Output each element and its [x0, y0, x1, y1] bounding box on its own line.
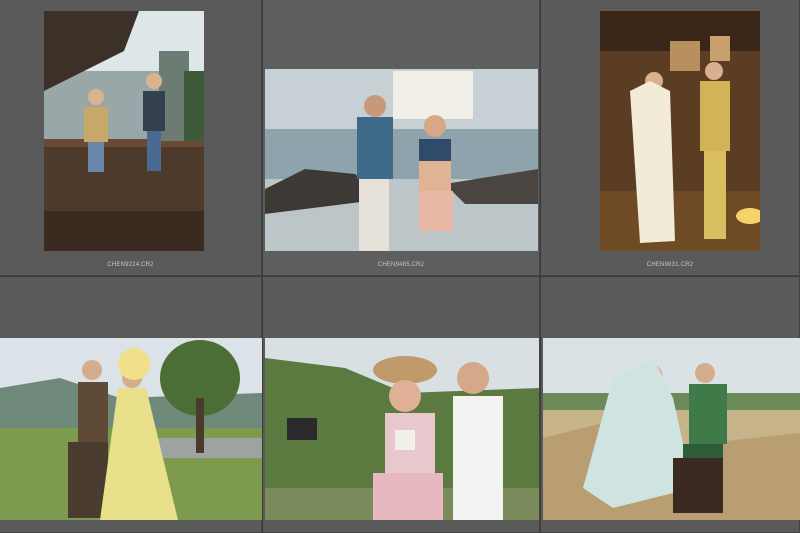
thumbnail-grid: CHEN9224.CR2 CHEN9485.CR2 CHEN9831.CR2	[0, 0, 800, 533]
photo-thumbnail[interactable]	[265, 69, 538, 251]
grid-cell[interactable]	[263, 277, 540, 533]
grid-cell[interactable]: CHEN9485.CR2	[263, 0, 540, 276]
photo-thumbnail[interactable]	[265, 338, 539, 520]
photo-thumbnail[interactable]	[600, 11, 760, 251]
grid-cell[interactable]	[0, 277, 262, 533]
grid-cell[interactable]: CHEN9831.CR2	[541, 0, 800, 276]
photo-thumbnail[interactable]	[543, 338, 800, 520]
filename-label: CHEN9831.CR2	[646, 262, 694, 268]
photo-thumbnail[interactable]	[44, 11, 204, 251]
filename-label: CHEN9485.CR2	[377, 262, 425, 268]
grid-cell[interactable]: CHEN9224.CR2	[0, 0, 262, 276]
grid-cell[interactable]	[541, 277, 800, 533]
filename-label: CHEN9224.CR2	[107, 262, 154, 268]
photo-thumbnail[interactable]	[0, 338, 262, 520]
